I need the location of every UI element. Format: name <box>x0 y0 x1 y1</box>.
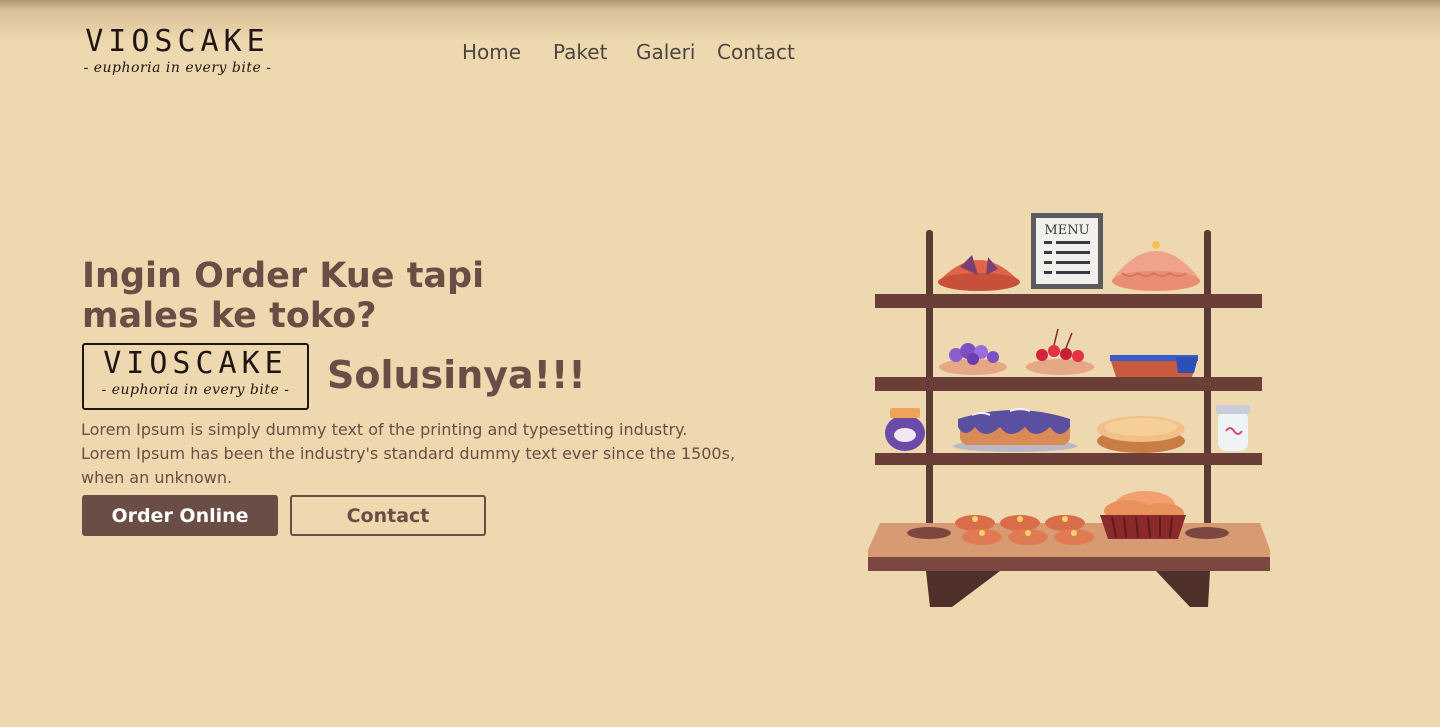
post-foot-right <box>1185 527 1229 539</box>
hero-logo-badge: VIOSCAKE - euphoria in every bite - <box>82 343 309 410</box>
nav-contact[interactable]: Contact <box>717 39 795 65</box>
nav-galeri[interactable]: Galeri <box>636 39 695 65</box>
pie-right <box>1112 241 1200 291</box>
pastry-tray <box>955 515 1094 545</box>
pie-left <box>938 255 1020 291</box>
round-pie <box>1097 416 1185 453</box>
shelf-middle <box>875 377 1262 391</box>
table-leg-right <box>1156 571 1210 607</box>
table-leg-left <box>926 571 1000 607</box>
order-online-button[interactable]: Order Online <box>82 495 278 536</box>
jam-jar-right <box>1216 405 1250 451</box>
cherry-tart <box>1026 328 1094 375</box>
menu-board: MENU <box>1031 213 1103 289</box>
nav-paket[interactable]: Paket <box>553 39 607 65</box>
bakery-shelf-illustration: MENU <box>860 205 1280 619</box>
shelf-lower <box>875 453 1262 465</box>
hero-description: Lorem Ipsum is simply dummy text of the … <box>81 420 736 487</box>
nav-home[interactable]: Home <box>462 39 521 65</box>
hero-solution: Solusinya!!! <box>327 353 586 397</box>
iced-cake <box>953 408 1077 452</box>
badge-tagline: - euphoria in every bite - <box>101 382 290 398</box>
post-foot-left <box>907 527 951 539</box>
logo-name: VIOSCAKE <box>85 24 270 59</box>
hero-title: Ingin Order Kue tapi males ke toko? <box>82 256 485 336</box>
site-logo[interactable]: VIOSCAKE - euphoria in every bite - <box>70 26 285 78</box>
blueberry-tart <box>939 343 1007 375</box>
jam-jar-left <box>885 408 925 451</box>
shelf-top <box>875 294 1262 308</box>
badge-name: VIOSCAKE <box>103 346 288 381</box>
contact-button[interactable]: Contact <box>290 495 486 536</box>
menu-board-text: MENU <box>1044 223 1089 238</box>
blue-pie-dish <box>1110 355 1198 377</box>
logo-tagline: - euphoria in every bite - <box>83 60 272 76</box>
table-edge <box>868 557 1270 571</box>
bread-basket <box>1100 491 1186 539</box>
